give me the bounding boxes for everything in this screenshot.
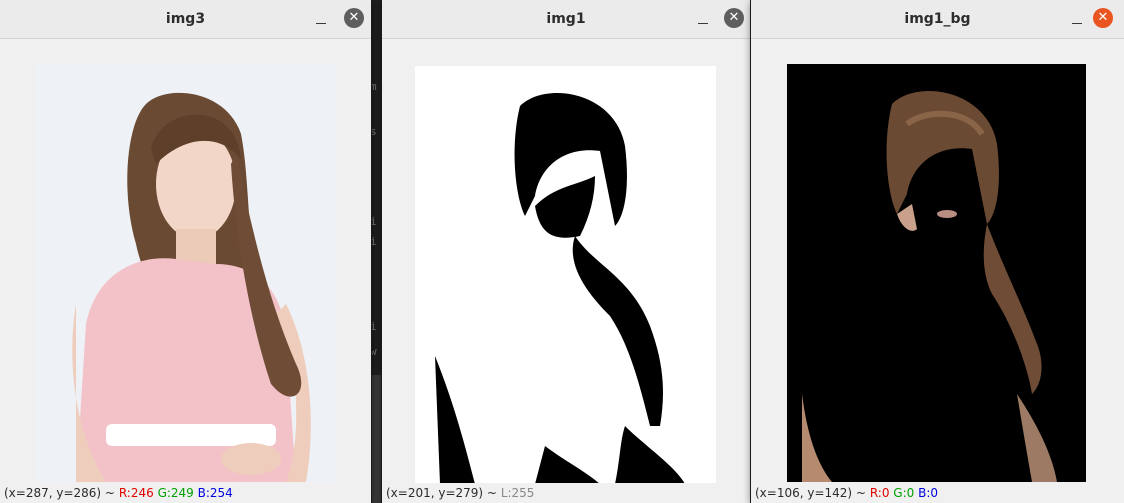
close-icon[interactable]: ✕: [344, 8, 364, 28]
pixel-blue: B:254: [197, 486, 233, 500]
minimize-icon[interactable]: [1072, 12, 1082, 26]
pixel-green: G:0: [893, 486, 915, 500]
close-icon[interactable]: ✕: [724, 8, 744, 28]
pixel-luminance: L:255: [500, 486, 535, 500]
pixel-coords: (x=106, y=142) ~: [755, 486, 866, 500]
close-icon[interactable]: ✕: [1093, 8, 1113, 28]
titlebar[interactable]: img3 ✕: [0, 0, 371, 39]
window-title: img1: [546, 11, 586, 27]
image-canvas[interactable]: [36, 64, 336, 482]
pixel-coords: (x=201, y=279) ~: [386, 486, 497, 500]
minimize-icon[interactable]: [316, 12, 326, 26]
image-canvas[interactable]: [787, 64, 1086, 482]
image-canvas[interactable]: [415, 66, 716, 484]
pixel-blue: B:0: [918, 486, 939, 500]
window-img3[interactable]: img3 ✕ (x=287, y=286) ~ R:246 G:249 B:25…: [0, 0, 371, 503]
window-img1[interactable]: img1 ✕ (x=201, y=279) ~ L:255: [382, 0, 750, 503]
window-title: img1_bg: [904, 11, 971, 27]
titlebar[interactable]: img1 ✕: [382, 0, 750, 39]
pixel-red: R:0: [869, 486, 890, 500]
titlebar[interactable]: img1_bg ✕: [751, 0, 1124, 39]
status-bar: (x=287, y=286) ~ R:246 G:249 B:254: [0, 483, 371, 503]
status-bar: (x=106, y=142) ~ R:0 G:0 B:0: [751, 483, 1124, 503]
pixel-red: R:246: [118, 486, 154, 500]
status-bar: (x=201, y=279) ~ L:255: [382, 483, 750, 503]
window-img1-bg[interactable]: img1_bg ✕ (x=106, y=142) ~ R:0 G:0 B:0: [751, 0, 1124, 503]
pixel-green: G:249: [157, 486, 194, 500]
pixel-coords: (x=287, y=286) ~: [4, 486, 115, 500]
minimize-icon[interactable]: [698, 12, 708, 26]
